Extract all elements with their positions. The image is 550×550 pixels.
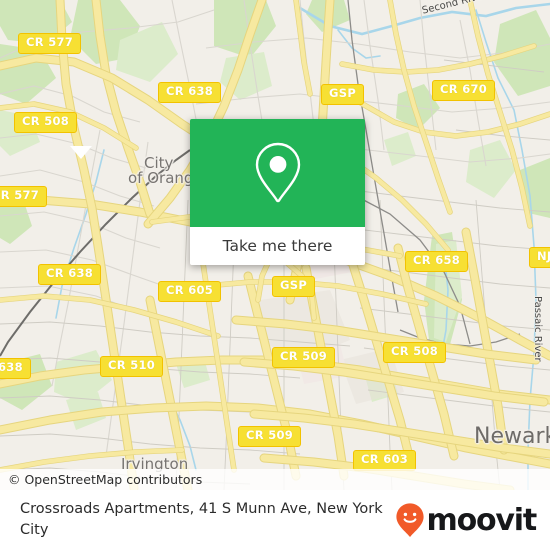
highway-shield-gsp-south[interactable]: GSP [272,276,316,297]
moovit-wordmark: moovit [426,502,538,538]
take-me-there-button[interactable]: Take me there [190,227,365,265]
location-pin-icon [255,142,300,203]
location-popup[interactable]: Take me there [190,119,365,265]
map-canvas[interactable]: .rd { fill:none; stroke:#f7e9a0; stroke-… [0,0,550,490]
location-caption-text: Crossroads Apartments, 41 S Munn Ave, Ne… [20,501,383,538]
map-screenshot: .rd { fill:none; stroke:#f7e9a0; stroke-… [0,0,550,550]
highway-shield-cr638-west[interactable]: CR 638 [38,264,102,285]
highway-shield-cr603[interactable]: CR 603 [353,450,417,471]
highway-shield-cr605[interactable]: CR 605 [158,281,222,302]
popup-pointer-tail [70,146,92,159]
highway-shield-cr577-west[interactable]: CR 577 [0,186,48,207]
highway-shield-cr510[interactable]: CR 510 [100,356,164,377]
highway-shield-cr638-north[interactable]: CR 638 [158,82,222,103]
highway-shield-638[interactable]: 638 [0,358,31,379]
take-me-there-label: Take me there [222,237,333,255]
moovit-pin-icon [395,503,424,537]
highway-shield-cr509-mid[interactable]: CR 509 [272,347,336,368]
highway-shield-cr508-east[interactable]: CR 508 [383,342,447,363]
highway-shield-cr670[interactable]: CR 670 [432,80,496,101]
highway-shield-cr509-south[interactable]: CR 509 [238,426,302,447]
map-attribution-bar: © OpenStreetMap contributors [0,469,550,490]
highway-shield-cr658[interactable]: CR 658 [405,251,469,272]
moovit-brand[interactable]: moovit [395,502,538,538]
highway-shield-cr577-north[interactable]: CR 577 [18,33,82,54]
popup-image-area [190,119,365,227]
highway-shield-gsp-north[interactable]: GSP [321,84,365,105]
caption-bar: Crossroads Apartments, 41 S Munn Ave, Ne… [0,490,550,550]
highway-shield-nj[interactable]: NJ [529,247,550,268]
highway-shield-cr508-west[interactable]: CR 508 [14,112,78,133]
attribution-text[interactable]: © OpenStreetMap contributors [0,472,202,487]
